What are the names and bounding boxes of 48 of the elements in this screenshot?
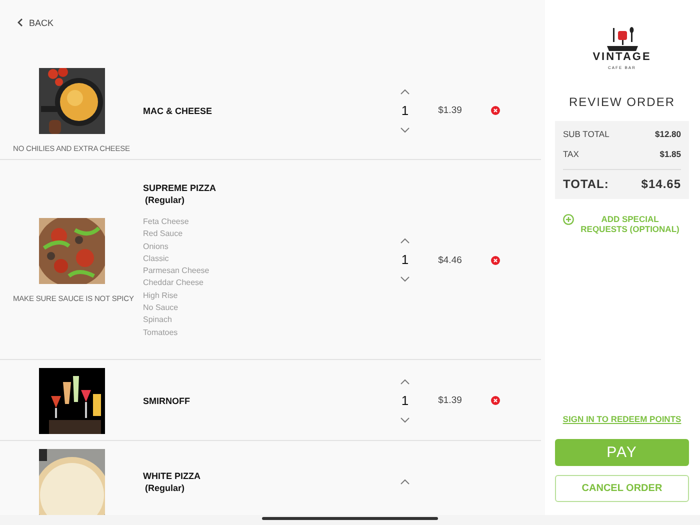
review-order-title: REVIEW ORDER xyxy=(568,95,676,109)
remove-icon[interactable] xyxy=(491,106,500,115)
modifier-text: Spinach xyxy=(143,314,173,326)
total-value: $14.65 xyxy=(641,177,681,191)
back-button[interactable]: BACK xyxy=(17,18,54,28)
quantity-value: 1 xyxy=(401,253,409,268)
chevron-up-icon[interactable] xyxy=(400,88,410,94)
quantity-value: 1 xyxy=(401,104,409,118)
summary-label: TAX xyxy=(563,149,579,159)
item-size: (Regular) xyxy=(144,482,186,494)
item-name: SMIRNOFF xyxy=(143,394,191,407)
chevron-up-icon[interactable] xyxy=(400,378,410,385)
summary-label: SUB TOTAL xyxy=(563,129,610,139)
modifier-text: Cheddar Cheese xyxy=(143,277,204,290)
remove-icon[interactable] xyxy=(491,396,500,406)
logo-drawing xyxy=(604,26,640,52)
chevron-down-icon[interactable] xyxy=(400,416,410,423)
item-name: WHITE PIZZA xyxy=(143,470,202,482)
summary-value: $1.85 xyxy=(660,149,681,159)
item-size: (Regular) xyxy=(144,194,186,206)
add-icon[interactable] xyxy=(563,214,574,225)
modifier-text: Parmesan Cheese xyxy=(143,265,210,278)
sign-in-link[interactable]: SIGN IN TO REDEEM POINTS xyxy=(562,414,682,424)
logo-text: VINTAGE xyxy=(592,52,652,63)
chevron-left-icon xyxy=(17,18,23,27)
chevron-up-icon[interactable] xyxy=(400,238,410,244)
cancel-order-button[interactable]: CANCEL ORDER xyxy=(555,475,689,502)
chevron-up-icon[interactable] xyxy=(400,478,410,485)
modifier-text: High Rise xyxy=(143,290,179,302)
modifier-text: Tomatoes xyxy=(143,326,179,339)
modifier-text: No Sauce xyxy=(143,302,180,314)
modifier-text: Classic xyxy=(143,252,170,265)
quantity-value: 1 xyxy=(401,394,409,408)
item-name: SUPREME PIZZA xyxy=(143,182,218,194)
total-label: TOTAL: xyxy=(563,177,609,191)
remove-icon[interactable] xyxy=(491,256,500,265)
pay-button[interactable]: PAY xyxy=(555,439,689,466)
chevron-down-icon[interactable] xyxy=(400,276,410,282)
summary-value: $12.80 xyxy=(655,129,681,139)
modifier-text: Feta Cheese xyxy=(143,216,190,228)
item-name: MAC & CHEESE xyxy=(143,104,214,116)
modifier-text: Red Sauce xyxy=(143,228,184,240)
add-special-requests-link[interactable]: ADD SPECIAL REQUESTS (OPTIONAL) xyxy=(580,214,680,234)
modifier-text: Onions xyxy=(143,240,170,253)
chevron-down-icon[interactable] xyxy=(400,126,410,132)
item-price: $4.46 xyxy=(438,254,462,266)
item-price: $1.39 xyxy=(438,105,462,116)
item-price: $1.39 xyxy=(438,395,462,406)
